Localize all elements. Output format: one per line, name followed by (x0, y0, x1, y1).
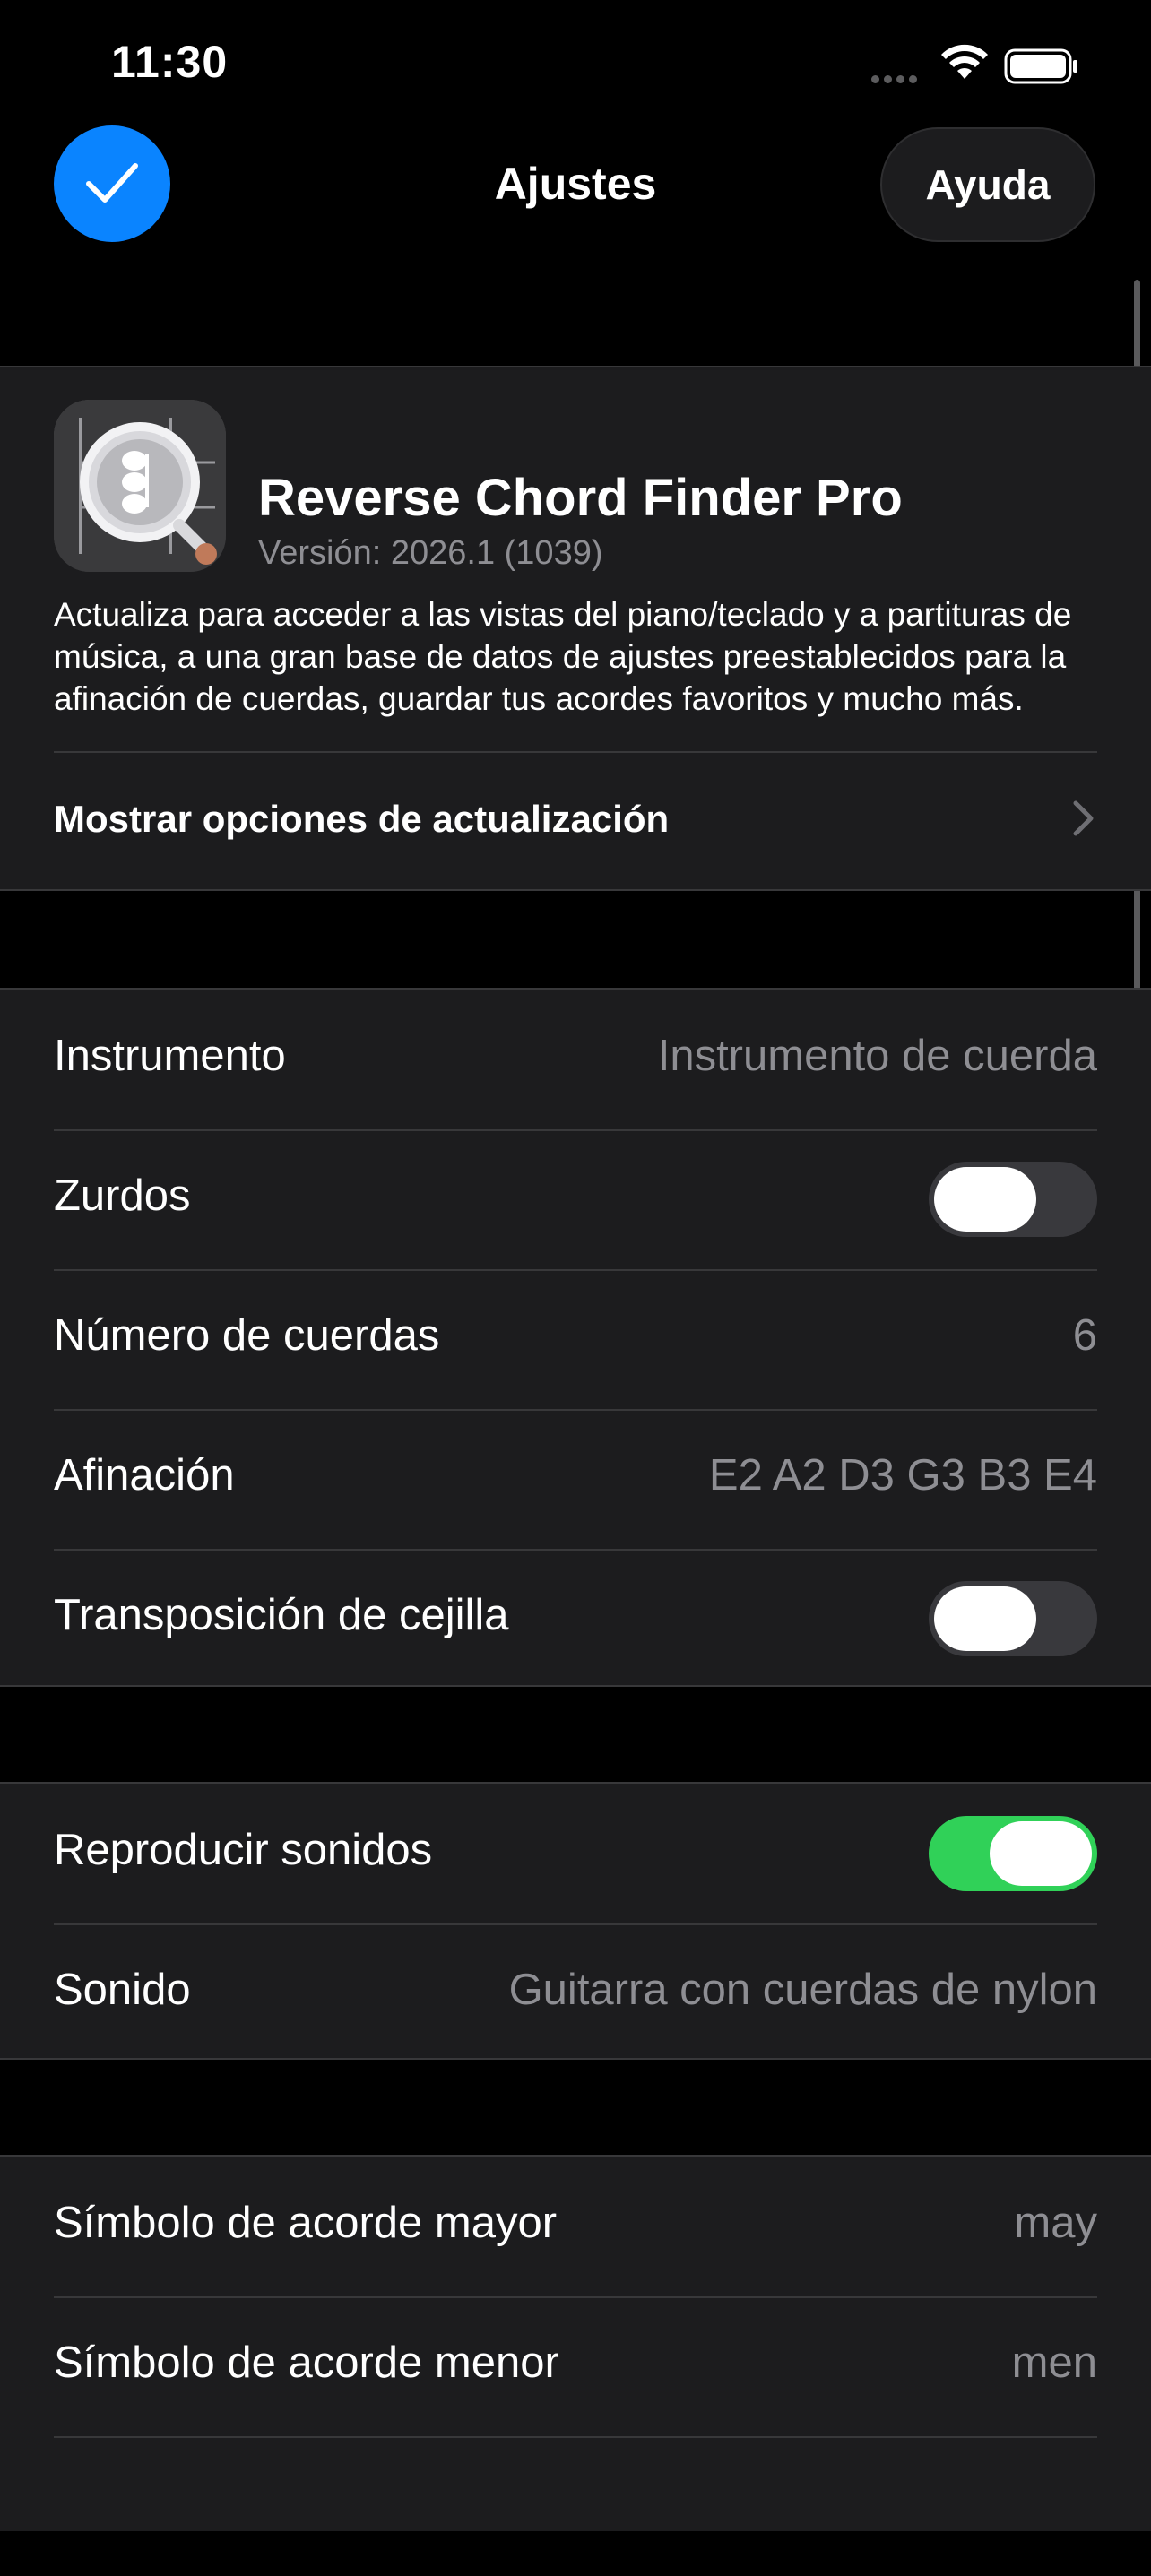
major-symbol-label: Símbolo de acorde mayor (54, 2199, 558, 2247)
capo-transposition-row: Transposición de cejilla (0, 1549, 1151, 1689)
play-sounds-row: Reproducir sonidos (0, 1784, 1151, 1923)
tuning-label: Afinación (54, 1451, 235, 1500)
play-sounds-label: Reproducir sonidos (54, 1826, 433, 1874)
wifi-icon (941, 44, 988, 79)
capo-transposition-label: Transposición de cejilla (54, 1591, 509, 1639)
cellular-signal-icon (871, 72, 922, 88)
battery-icon (1004, 48, 1077, 84)
upgrade-options-label: Mostrar opciones de actualización (54, 798, 670, 840)
left-handed-row: Zurdos (0, 1129, 1151, 1269)
tuning-row[interactable]: Afinación E2 A2 D3 G3 B3 E4 (0, 1409, 1151, 1549)
instrument-row[interactable]: Instrumento Instrumento de cuerda (0, 990, 1151, 1129)
help-button[interactable]: Ayuda (880, 127, 1095, 242)
instrument-value: Instrumento de cuerda (657, 1032, 1097, 1080)
chord-symbols-section: Símbolo de acorde mayor may Símbolo de a… (0, 2155, 1151, 2531)
string-count-label: Número de cuerdas (54, 1311, 440, 1360)
major-symbol-value: may (1014, 2199, 1097, 2247)
sound-row[interactable]: Sonido Guitarra con cuerdas de nylon (0, 1923, 1151, 2063)
status-time: 11:30 (111, 37, 229, 87)
major-symbol-row[interactable]: Símbolo de acorde mayor may (0, 2157, 1151, 2296)
status-bar: 11:30 (0, 0, 1151, 125)
instrument-settings-section: Instrumento Instrumento de cuerda Zurdos… (0, 988, 1151, 1687)
minor-symbol-row[interactable]: Símbolo de acorde menor men (0, 2296, 1151, 2436)
show-upgrade-options-row[interactable]: Mostrar opciones de actualización (0, 753, 1151, 891)
app-info-card: Reverse Chord Finder Pro Versión: 2026.1… (0, 366, 1151, 891)
minor-symbol-value: men (1011, 2338, 1097, 2387)
chevron-right-icon (1073, 800, 1094, 836)
minor-symbol-label: Símbolo de acorde menor (54, 2338, 559, 2387)
string-count-value: 6 (1072, 1311, 1097, 1360)
capo-transposition-toggle[interactable] (929, 1581, 1097, 1656)
left-handed-label: Zurdos (54, 1171, 191, 1220)
instrument-label: Instrumento (54, 1032, 286, 1080)
app-name: Reverse Chord Finder Pro (258, 469, 903, 527)
app-version: Versión: 2026.1 (1039) (258, 534, 603, 572)
app-icon (54, 400, 226, 572)
sound-label: Sonido (54, 1966, 191, 2014)
string-count-row[interactable]: Número de cuerdas 6 (0, 1269, 1151, 1409)
sound-settings-section: Reproducir sonidos Sonido Guitarra con c… (0, 1782, 1151, 2060)
left-handed-toggle[interactable] (929, 1162, 1097, 1237)
upgrade-description: Actualiza para acceder a las vistas del … (54, 596, 1072, 717)
play-sounds-toggle[interactable] (929, 1816, 1097, 1891)
navigation-bar: Ajustes Ayuda (0, 125, 1151, 251)
tuning-value: E2 A2 D3 G3 B3 E4 (708, 1451, 1097, 1500)
sound-value: Guitarra con cuerdas de nylon (508, 1966, 1097, 2014)
next-settings-row[interactable] (0, 2436, 1151, 2576)
